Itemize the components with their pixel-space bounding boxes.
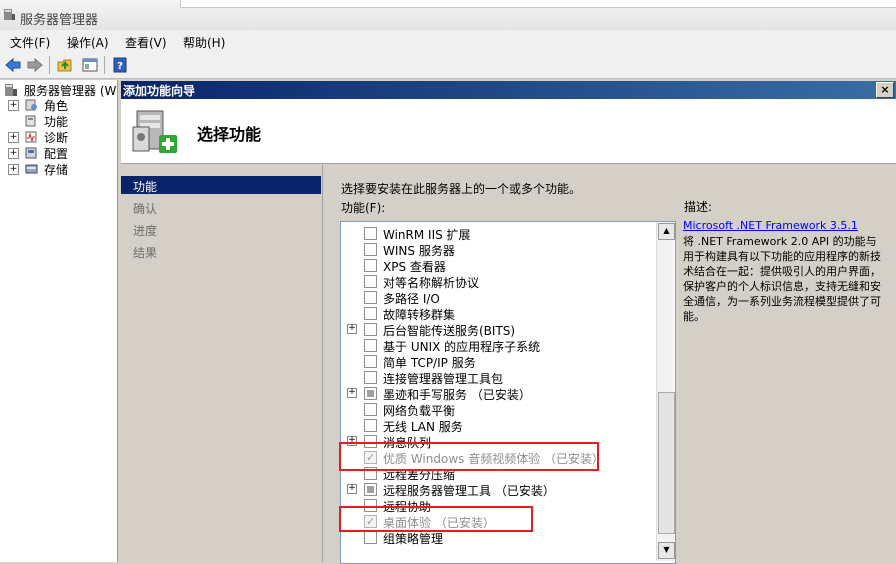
feature-checkbox[interactable] (364, 483, 377, 496)
wizard-title: 添加功能向导 (123, 84, 196, 98)
feature-checkbox[interactable] (364, 243, 377, 256)
feature-checkbox[interactable] (364, 291, 377, 304)
toolbar: ? (0, 52, 896, 79)
step-label: 进度 (133, 224, 158, 238)
back-arrow-icon[interactable] (4, 56, 22, 74)
show-hide-tree-icon[interactable] (81, 56, 99, 74)
feature-checkbox[interactable] (364, 227, 377, 240)
instruction-text: 选择要安装在此服务器上的一个或多个功能。 (341, 182, 582, 196)
expand-toggle[interactable]: + (347, 324, 357, 334)
feature-checkbox[interactable] (364, 387, 377, 400)
tree-item-roles[interactable]: + 角色 (0, 97, 117, 113)
highlight-box (339, 506, 533, 532)
forward-arrow-icon[interactable] (26, 56, 44, 74)
help-icon[interactable]: ? (111, 56, 129, 74)
feature-item[interactable]: 网络负载平衡 (341, 401, 656, 418)
expand-toggle[interactable]: + (347, 484, 357, 494)
navigation-tree: 服务器管理器 (W + 角色 功能 + 诊断 + 配置 + 存储 (0, 80, 118, 562)
tree-item-diagnostics[interactable]: + 诊断 (0, 129, 117, 145)
scroll-up-arrow-icon[interactable]: ▲ (658, 223, 675, 240)
title-bar-blank (180, 0, 896, 8)
highlight-box (339, 442, 599, 471)
scroll-thumb[interactable] (658, 392, 675, 534)
menu-file[interactable]: 文件(F) (10, 34, 50, 51)
feature-item[interactable]: XPS 查看器 (341, 257, 656, 274)
feature-item[interactable]: WinRM IIS 扩展 (341, 225, 656, 242)
features-icon (25, 115, 36, 127)
features-label: 功能(F): (341, 201, 386, 215)
window-title-bar: 服务器管理器 (0, 0, 896, 31)
step-confirmation: 确认 (121, 198, 321, 216)
feature-item[interactable]: + 墨迹和手写服务 （已安装） (341, 385, 656, 402)
step-features[interactable]: 功能 (121, 176, 321, 194)
up-folder-icon[interactable] (56, 56, 74, 74)
menu-action[interactable]: 操作(A) (67, 34, 109, 51)
description-label: 描述: (684, 200, 713, 214)
step-label: 结果 (133, 246, 158, 260)
feature-item[interactable]: + 远程服务器管理工具 （已安装） (341, 481, 656, 498)
feature-item[interactable]: + 后台智能传送服务(BITS) (341, 321, 656, 338)
feature-label: 组策略管理 (383, 532, 444, 546)
expand-toggle[interactable]: + (347, 388, 357, 398)
feature-checkbox[interactable] (364, 323, 377, 336)
expand-toggle[interactable]: + (8, 132, 19, 143)
feature-checkbox[interactable] (364, 259, 377, 272)
close-button[interactable]: × (876, 82, 894, 98)
feature-checkbox[interactable] (364, 307, 377, 320)
feature-checkbox[interactable] (364, 531, 377, 544)
feature-checkbox[interactable] (364, 339, 377, 352)
step-results: 结果 (121, 242, 321, 260)
toolbar-separator (104, 56, 105, 74)
svg-text:?: ? (117, 61, 123, 72)
expand-toggle[interactable]: + (8, 148, 19, 159)
tree-item-configuration[interactable]: + 配置 (0, 145, 117, 161)
wizard-heading: 选择功能 (197, 125, 262, 144)
description-text: 将 .NET Framework 2.0 API 的功能与用于构建具有以下功能的… (683, 235, 881, 323)
tree-item-label: 配置 (44, 147, 69, 161)
expand-toggle[interactable]: + (8, 100, 19, 111)
tree-item-label: 存储 (44, 163, 69, 177)
expand-toggle[interactable]: + (8, 164, 19, 175)
server-add-icon (132, 110, 177, 153)
feature-item[interactable]: 故障转移群集 (341, 305, 656, 322)
scroll-down-arrow-icon[interactable]: ▼ (658, 542, 675, 559)
menu-help[interactable]: 帮助(H) (183, 34, 225, 51)
feature-checkbox[interactable] (364, 275, 377, 288)
tree-item-label: 诊断 (44, 131, 69, 145)
feature-item[interactable]: 无线 LAN 服务 (341, 417, 656, 434)
menu-bar: 文件(F) 操作(A) 查看(V) 帮助(H) (0, 30, 896, 52)
tree-item-storage[interactable]: + 存储 (0, 161, 117, 177)
window-title: 服务器管理器 (20, 13, 99, 28)
feature-item[interactable]: 多路径 I/O (341, 289, 656, 306)
server-manager-icon (4, 9, 15, 20)
wizard-header: 选择功能 (121, 99, 896, 164)
configuration-icon (25, 147, 37, 159)
features-scrollbar[interactable]: ▲ ▼ (656, 222, 675, 561)
tree-item-features[interactable]: 功能 (0, 113, 117, 129)
storage-icon (25, 164, 38, 174)
menu-view[interactable]: 查看(V) (125, 34, 167, 51)
feature-item[interactable]: 连接管理器管理工具包 (341, 369, 656, 386)
tree-root[interactable]: 服务器管理器 (W (0, 82, 117, 98)
toolbar-separator (49, 56, 50, 74)
wizard-steps: 功能 确认 进度 结果 (121, 165, 321, 562)
feature-checkbox[interactable] (364, 371, 377, 384)
step-label: 功能 (133, 180, 158, 194)
feature-item[interactable]: 对等名称解析协议 (341, 273, 656, 290)
feature-checkbox[interactable] (364, 403, 377, 416)
feature-checkbox[interactable] (364, 355, 377, 368)
diagnostics-icon (25, 131, 37, 143)
description-link[interactable]: Microsoft .NET Framework 3.5.1 (683, 219, 858, 232)
feature-item[interactable]: 简单 TCP/IP 服务 (341, 353, 656, 370)
feature-checkbox[interactable] (364, 419, 377, 432)
step-label: 确认 (133, 202, 158, 216)
tree-item-label: 角色 (44, 99, 69, 113)
server-manager-icon (5, 84, 17, 96)
feature-item[interactable]: WINS 服务器 (341, 241, 656, 258)
step-progress: 进度 (121, 220, 321, 238)
feature-item[interactable]: 基于 UNIX 的应用程序子系统 (341, 337, 656, 354)
roles-icon (25, 99, 37, 111)
wizard-title-bar: 添加功能向导 (121, 81, 896, 99)
tree-item-label: 功能 (44, 115, 69, 129)
